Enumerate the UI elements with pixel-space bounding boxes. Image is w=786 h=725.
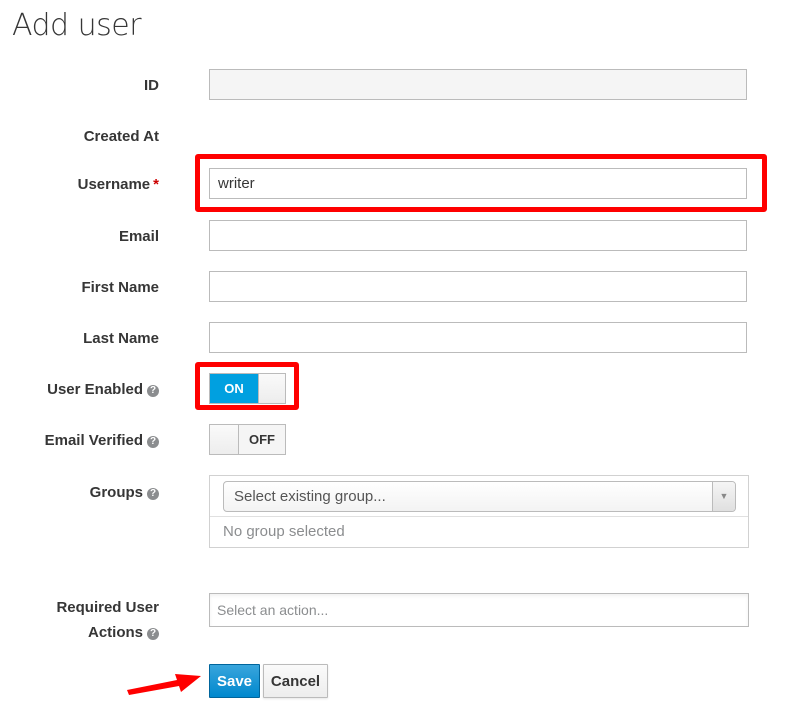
created-at-label: Created At xyxy=(83,128,159,145)
email-verified-toggle[interactable]: OFF xyxy=(209,424,286,455)
email-field[interactable] xyxy=(209,220,747,251)
user-enabled-label: User Enabled? xyxy=(47,381,159,398)
groups-select-placeholder: Select existing group... xyxy=(234,488,386,505)
question-circle-icon[interactable]: ? xyxy=(147,436,159,448)
username-label: Username * xyxy=(78,176,159,193)
toggle-knob xyxy=(258,374,285,403)
email-verified-label: Email Verified? xyxy=(45,432,159,449)
groups-label: Groups? xyxy=(90,484,159,501)
id-label: ID xyxy=(144,77,159,94)
required-actions-placeholder: Select an action... xyxy=(217,602,329,618)
user-enabled-label-text: User Enabled xyxy=(47,381,143,398)
last-name-field[interactable] xyxy=(209,322,747,353)
required-marker: * xyxy=(153,176,159,193)
id-field xyxy=(209,69,747,100)
question-circle-icon[interactable]: ? xyxy=(147,488,159,500)
groups-empty-text: No group selected xyxy=(223,523,345,540)
toggle-on-label: ON xyxy=(210,374,258,403)
username-label-text: Username xyxy=(77,176,151,193)
groups-label-text: Groups xyxy=(89,484,143,501)
groups-panel: Select existing group... ▼ No group sele… xyxy=(209,475,749,548)
first-name-label: First Name xyxy=(81,279,159,296)
user-enabled-toggle[interactable]: ON xyxy=(209,373,286,404)
chevron-down-icon[interactable]: ▼ xyxy=(712,482,735,511)
arrow-annotation-icon xyxy=(127,674,201,695)
last-name-label: Last Name xyxy=(83,330,159,347)
first-name-field[interactable] xyxy=(209,271,747,302)
toggle-knob xyxy=(210,425,239,454)
email-verified-label-text: Email Verified xyxy=(44,432,143,449)
page-title: Add user xyxy=(12,8,142,43)
required-actions-label-text: Actions xyxy=(87,624,143,641)
question-circle-icon[interactable]: ? xyxy=(147,385,159,397)
username-field[interactable] xyxy=(209,168,747,199)
email-label: Email xyxy=(118,228,159,245)
required-actions-label-line2: Actions? xyxy=(88,624,159,641)
toggle-off-label: OFF xyxy=(239,425,285,454)
question-circle-icon[interactable]: ? xyxy=(147,628,159,640)
required-actions-select[interactable]: Select an action... xyxy=(209,593,749,627)
required-actions-label-line1: Required User xyxy=(56,599,159,616)
save-button[interactable]: Save xyxy=(209,664,260,698)
cancel-button[interactable]: Cancel xyxy=(263,664,328,698)
groups-divider xyxy=(210,516,748,517)
groups-select[interactable]: Select existing group... ▼ xyxy=(223,481,736,512)
